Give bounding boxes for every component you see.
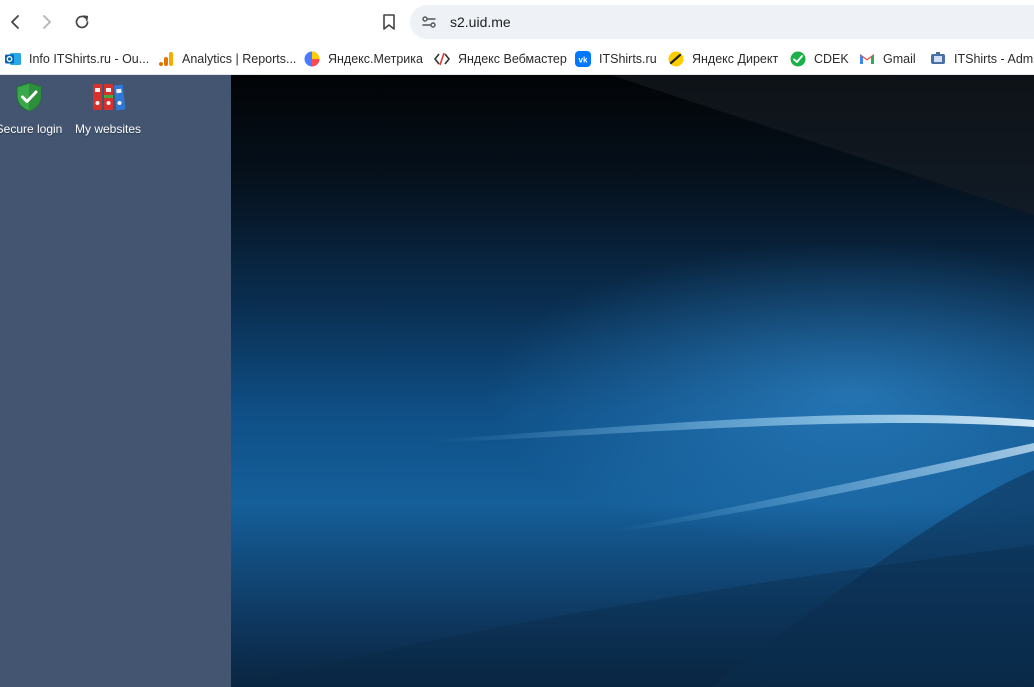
bookmark-label: ITShirts - Admi — [954, 52, 1034, 66]
wallpaper-light-streaks — [231, 75, 1034, 687]
bookmarks-bar: Info ITShirts.ru - Ou... Analytics | Rep… — [0, 44, 1034, 75]
desktop-icon-secure-login[interactable]: Secure login — [0, 81, 69, 136]
bookmark-yandex-metrika[interactable]: Яндекс.Метрика — [304, 48, 423, 70]
bookmark-label: Яндекс.Метрика — [328, 52, 423, 66]
bookmark-label: CDEK — [814, 52, 849, 66]
forward-button[interactable] — [33, 8, 61, 36]
yandex-webmaster-icon — [434, 51, 450, 67]
desktop-icon-my-websites[interactable]: My websites — [68, 81, 148, 136]
svg-text:vk: vk — [579, 56, 588, 65]
address-bar[interactable]: s2.uid.me — [410, 5, 1034, 39]
gmail-icon — [859, 51, 875, 67]
bookmark-yandex-direct[interactable]: Яндекс Директ — [668, 48, 778, 70]
bookmark-label: Info ITShirts.ru - Ou... — [29, 52, 150, 66]
bookmark-analytics[interactable]: Analytics | Reports... — [158, 48, 296, 70]
desktop-icon-label: Secure login — [0, 122, 63, 136]
binders-icon — [92, 81, 126, 113]
desktop-sidebar: Secure login My websites — [0, 75, 231, 687]
bookmark-yandex-webmaster[interactable]: Яндекс Вебмастер — [434, 48, 567, 70]
bookmark-label: Analytics | Reports... — [182, 52, 297, 66]
desktop-wallpaper — [231, 75, 1034, 687]
analytics-icon — [158, 51, 174, 67]
shield-check-icon — [13, 81, 45, 113]
desktop-icon-label: My websites — [74, 122, 142, 136]
cdek-icon — [790, 51, 806, 67]
bookmark-label: ITShirts.ru — [599, 52, 657, 66]
reload-button[interactable] — [68, 8, 96, 36]
bookmark-gmail[interactable]: Gmail — [859, 48, 916, 70]
yandex-metrika-icon — [304, 51, 320, 67]
site-info-icon[interactable] — [420, 13, 438, 31]
bookmark-label: Яндекс Вебмастер — [458, 52, 567, 66]
yandex-direct-icon — [668, 51, 684, 67]
bookmark-page-button[interactable] — [376, 9, 402, 35]
bookmark-cdek[interactable]: CDEK — [790, 48, 849, 70]
back-button[interactable] — [1, 8, 29, 36]
vk-icon: vk — [575, 51, 591, 67]
bookmark-itshirts-admin[interactable]: ITShirts - Admi — [930, 48, 1034, 70]
bookmark-label: Gmail — [883, 52, 916, 66]
admin-icon — [930, 51, 946, 67]
forward-arrow-icon — [43, 15, 51, 29]
url-text[interactable]: s2.uid.me — [450, 14, 511, 30]
browser-toolbar: s2.uid.me — [0, 0, 1034, 44]
bookmark-label: Яндекс Директ — [692, 52, 779, 66]
reload-icon — [75, 15, 89, 29]
bookmark-itshirts-vk[interactable]: vk ITShirts.ru — [575, 48, 657, 70]
bookmark-info-itshirts[interactable]: Info ITShirts.ru - Ou... — [5, 48, 149, 70]
back-arrow-icon — [11, 15, 19, 29]
outlook-icon — [5, 51, 21, 67]
bookmark-icon — [383, 14, 395, 30]
